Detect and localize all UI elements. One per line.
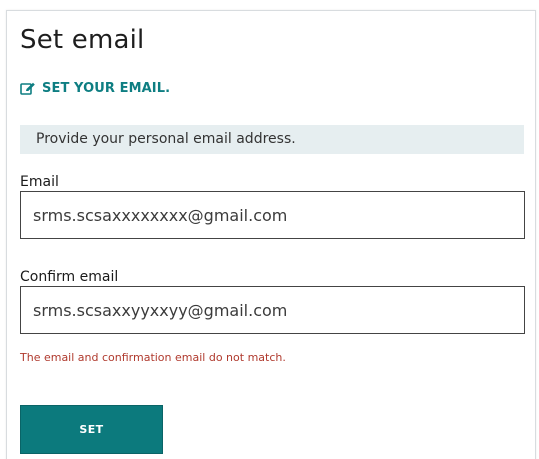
email-label: Email <box>20 174 59 190</box>
email-field-wrapper <box>20 191 525 239</box>
edit-icon <box>20 82 36 96</box>
set-button[interactable]: SET <box>20 405 163 454</box>
page-title: Set email <box>20 25 145 55</box>
section-heading-text: SET YOUR EMAIL. <box>42 81 171 96</box>
confirm-email-field[interactable] <box>21 287 524 333</box>
section-heading: SET YOUR EMAIL. <box>20 81 170 96</box>
set-email-card: Set email SET YOUR EMAIL. Provide your p… <box>6 10 536 459</box>
confirm-email-label: Confirm email <box>20 269 119 285</box>
info-banner: Provide your personal email address. <box>20 125 524 154</box>
email-mismatch-error: The email and confirmation email do not … <box>20 351 286 364</box>
email-field[interactable] <box>21 192 524 238</box>
confirm-email-field-wrapper <box>20 286 525 334</box>
